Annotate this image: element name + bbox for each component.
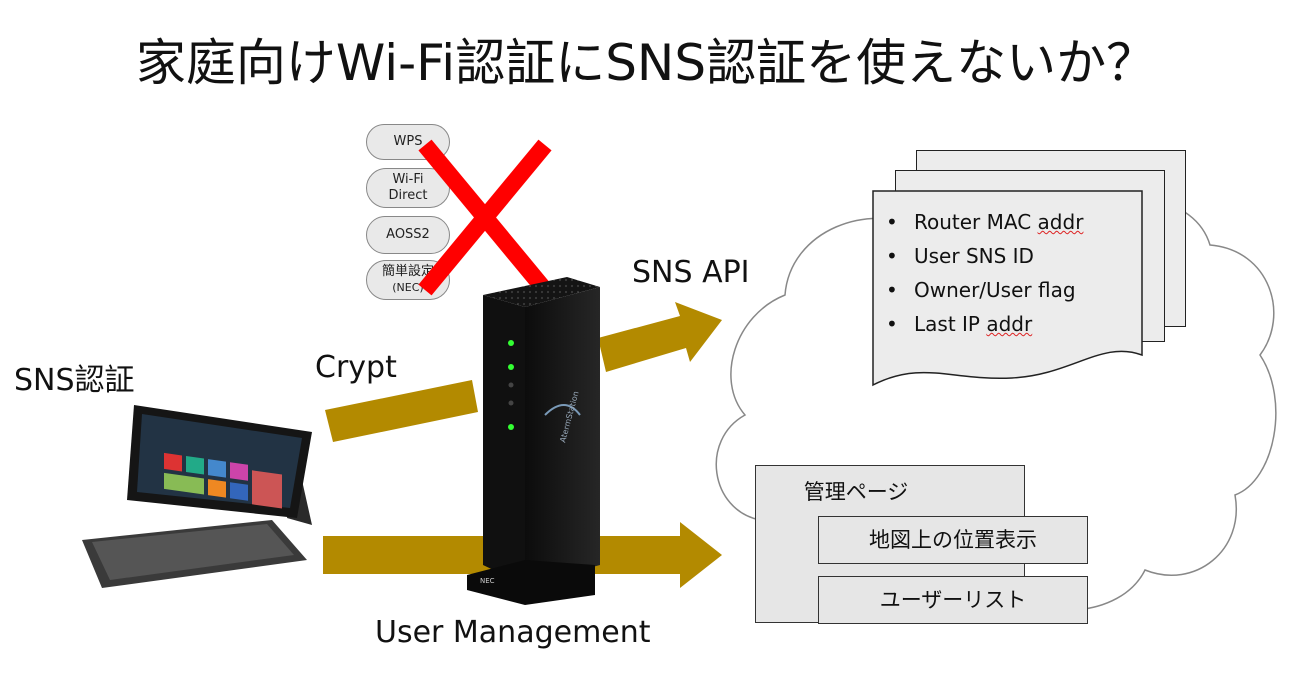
router-brand: NEC [480,577,495,585]
user-management-label: User Management [375,615,651,650]
sns-auth-label: SNS認証 [14,363,135,398]
sns-api-arrow [598,302,722,372]
tablet-icon [82,405,312,588]
router-icon: AtermStation NEC [467,277,600,605]
sns-api-label: SNS API [632,255,750,290]
crypt-label: Crypt [315,350,397,385]
